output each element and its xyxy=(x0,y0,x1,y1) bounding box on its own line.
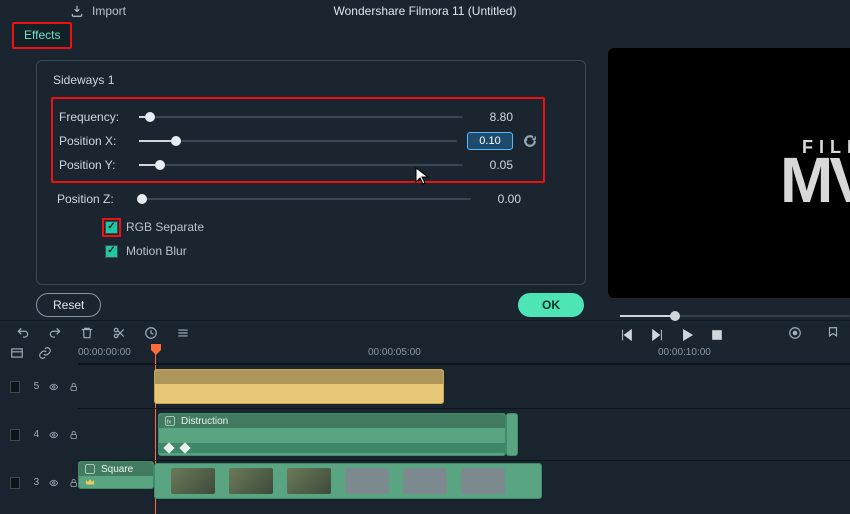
rgb-separate-label: RGB Separate xyxy=(126,220,204,234)
visibility-icon[interactable] xyxy=(49,381,58,393)
preview-scrubber[interactable] xyxy=(620,310,850,322)
reset-param-icon[interactable] xyxy=(523,134,537,148)
marker-icon[interactable] xyxy=(826,326,840,340)
delete-icon[interactable] xyxy=(80,326,94,340)
clip-distruction-label: Distruction xyxy=(181,416,228,427)
frequency-label: Frequency: xyxy=(59,110,129,124)
import-button[interactable]: Import xyxy=(70,4,126,18)
import-icon xyxy=(70,4,84,18)
position-x-label: Position X: xyxy=(59,134,129,148)
effect-name: Sideways 1 xyxy=(53,73,567,87)
track-display-icon[interactable] xyxy=(10,346,24,360)
lock-icon[interactable] xyxy=(69,381,78,393)
undo-icon[interactable] xyxy=(16,326,30,340)
keyframe-row[interactable] xyxy=(159,443,505,453)
ruler-t0: 00:00:00:00 xyxy=(78,347,131,358)
position-z-slider[interactable] xyxy=(137,192,471,206)
motion-blur-checkbox[interactable] xyxy=(105,245,118,258)
position-y-label: Position Y: xyxy=(59,158,129,172)
track-toggle[interactable] xyxy=(10,381,20,393)
clip-thumb xyxy=(403,468,447,494)
position-y-value: 0.05 xyxy=(473,158,513,172)
fx-icon: fx xyxy=(165,416,175,426)
visibility-icon[interactable] xyxy=(49,477,58,489)
frequency-slider[interactable] xyxy=(139,110,463,124)
lock-icon[interactable] xyxy=(69,429,78,441)
ok-button[interactable]: OK xyxy=(518,293,584,317)
step-back-icon[interactable] xyxy=(650,328,664,342)
motion-blur-label: Motion Blur xyxy=(126,244,187,258)
playhead-icon[interactable] xyxy=(150,344,162,356)
position-x-slider[interactable] xyxy=(139,134,457,148)
frequency-value: 8.80 xyxy=(473,110,513,124)
track-number-5: 5 xyxy=(30,381,39,392)
reset-button[interactable]: Reset xyxy=(36,293,101,317)
fx-icon xyxy=(85,464,95,474)
stop-icon[interactable] xyxy=(710,328,724,342)
effect-properties-panel: Sideways 1 Frequency: 8.80 Position X: xyxy=(36,60,586,285)
video-preview: FILM MV xyxy=(608,48,850,298)
preview-content: FILM MV xyxy=(780,140,850,206)
split-icon[interactable] xyxy=(112,326,126,340)
clip-distruction[interactable]: fx Distruction xyxy=(158,413,506,456)
timeline-ruler[interactable]: 00:00:00:00 00:00:05:00 00:00:10:00 xyxy=(78,344,850,364)
clip-thumb xyxy=(229,468,273,494)
highlighted-params-group: Frequency: 8.80 Position X: 0.10 xyxy=(51,97,545,183)
ruler-t1: 00:00:05:00 xyxy=(368,347,421,358)
lock-icon[interactable] xyxy=(69,477,78,489)
clip-square[interactable] xyxy=(154,463,542,499)
track-toggle[interactable] xyxy=(10,477,20,489)
position-y-slider[interactable] xyxy=(139,158,463,172)
crown-icon xyxy=(85,477,95,487)
clip-thumb xyxy=(461,468,505,494)
app-title: Wondershare Filmora 11 (Untitled) xyxy=(0,4,850,18)
redo-icon[interactable] xyxy=(48,326,62,340)
import-label: Import xyxy=(92,4,126,18)
render-icon[interactable] xyxy=(788,326,802,340)
clip-tail[interactable] xyxy=(506,413,518,456)
clip-thumb xyxy=(171,468,215,494)
svg-text:fx: fx xyxy=(167,420,172,426)
link-icon[interactable] xyxy=(38,346,52,360)
position-x-input[interactable]: 0.10 xyxy=(467,132,513,150)
play-icon[interactable] xyxy=(680,328,694,342)
clip-sideways[interactable] xyxy=(154,369,444,404)
position-z-value: 0.00 xyxy=(481,192,521,206)
clip-thumb xyxy=(287,468,331,494)
position-z-label: Position Z: xyxy=(57,192,127,206)
track-number-3: 3 xyxy=(30,477,39,488)
rgb-separate-checkbox[interactable] xyxy=(105,221,118,234)
track-toggle[interactable] xyxy=(10,429,20,441)
visibility-icon[interactable] xyxy=(49,429,58,441)
prev-frame-icon[interactable] xyxy=(620,328,634,342)
ruler-t2: 00:00:10:00 xyxy=(658,347,711,358)
clip-square-label-text: Square xyxy=(101,464,133,475)
tab-effects[interactable]: Effects xyxy=(12,22,72,49)
speed-icon[interactable] xyxy=(144,326,158,340)
clip-thumb xyxy=(345,468,389,494)
track-number-4: 4 xyxy=(30,429,39,440)
menu-icon[interactable] xyxy=(176,326,190,340)
clip-square-label[interactable]: Square xyxy=(78,461,154,489)
